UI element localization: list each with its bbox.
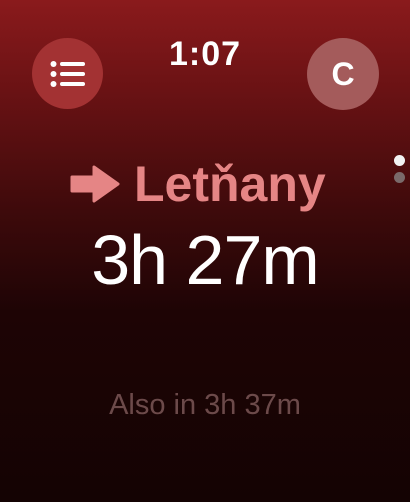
avatar-initial: C xyxy=(331,56,355,92)
arrow-right-icon xyxy=(70,164,134,204)
page-dot xyxy=(394,172,405,183)
destination-name: Letňany xyxy=(134,156,326,212)
page-indicator xyxy=(394,155,406,189)
departure-countdown: 3h 27m xyxy=(91,221,319,299)
destination-row: Letňany xyxy=(70,153,326,215)
next-departure-text: Also in 3h 37m xyxy=(109,389,301,421)
page-dot-current xyxy=(394,155,405,166)
account-avatar-button[interactable]: C xyxy=(307,38,379,110)
